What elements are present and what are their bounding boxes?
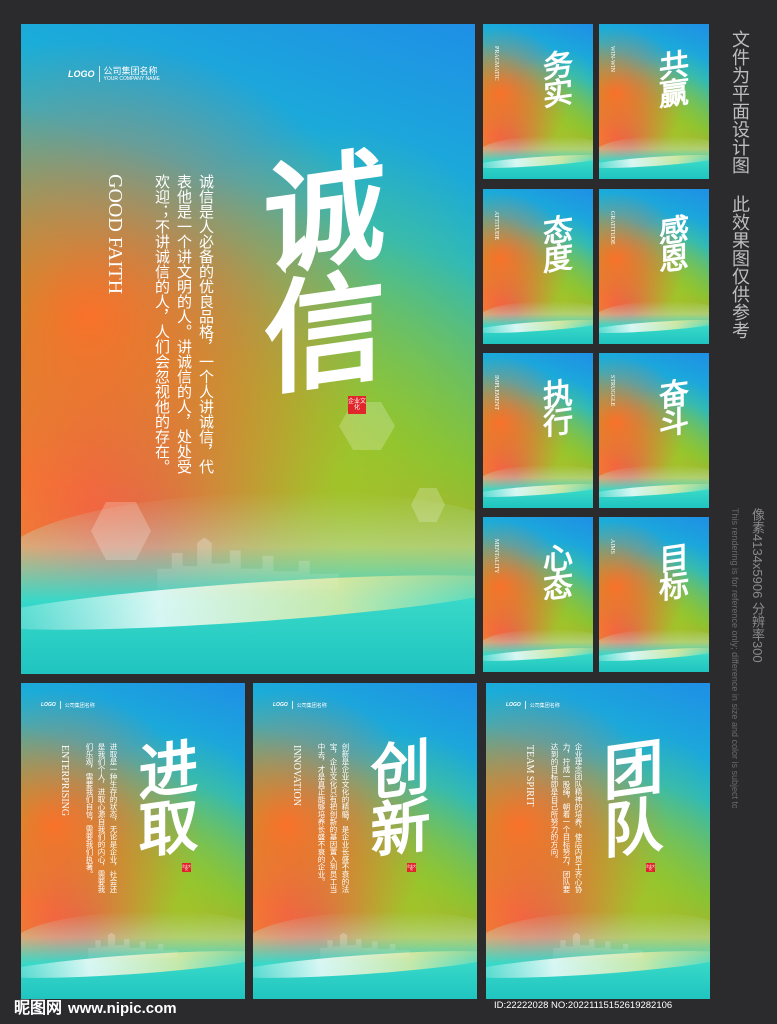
poster-title-en: TEAM SPIRIT xyxy=(524,745,535,807)
small-poster: 心态 MENTALITY xyxy=(483,517,593,672)
bottom-poster: LOGO 公司集团名称 进取 ENTERPRISING 进取是一种生存的状态，无论… xyxy=(21,683,245,999)
poster-title-en: ENTERPRISING xyxy=(59,745,70,817)
company-logo: LOGO 公司集团名称 YOUR COMPANY NAME xyxy=(68,66,160,82)
small-poster: 共赢 WIN-WIN xyxy=(599,24,709,179)
poster-title-en: AIMS xyxy=(609,539,615,555)
image-id: ID:22222028 NO:20221115152619282106 xyxy=(494,1000,673,1011)
poster-title: 目标 xyxy=(653,540,688,602)
poster-title: 共赢 xyxy=(653,47,688,109)
preview-disclaimer: 文件为平面设计图 此效果图仅供参考 xyxy=(729,30,750,339)
company-name-cn: 公司集团名称 xyxy=(103,66,158,76)
poster-title: 态度 xyxy=(537,212,572,274)
pixel-info: 像素4134x5906 分辨率300 xyxy=(750,508,765,663)
poster-body: 企业理念团队精神的培养，使店内员工齐心协力，拧成一股绳，朝着一个目标努力，团队要… xyxy=(550,743,583,893)
poster-title: 务实 xyxy=(537,47,572,109)
poster-title: 诚信 xyxy=(243,140,385,400)
corporate-culture-seal: 企业文化 xyxy=(182,863,192,872)
poster-title: 执行 xyxy=(537,376,572,438)
small-poster: 态度 ATTITUDE xyxy=(483,189,593,344)
poster-title: 进取 xyxy=(128,734,198,860)
company-logo: LOGO 公司集团名称 xyxy=(41,701,95,709)
poster-title-en: ATTITUDE xyxy=(493,211,499,240)
poster-title-en: STRUGGLE xyxy=(609,375,615,407)
small-poster: 感恩 GRATITUDE xyxy=(599,189,709,344)
poster-title: 创新 xyxy=(360,734,430,860)
poster-body: 诚信是人必备的优良品格，一个人讲诚信，代表他是一个讲文明的人。讲诚信的人，处处受… xyxy=(153,174,215,474)
preview-disclaimer-en: This rendering is for reference only; di… xyxy=(730,508,740,808)
bottom-poster: LOGO 公司集团名称 团队 TEAM SPIRIT 企业理念团队精神的培养，使店… xyxy=(486,683,710,999)
company-logo: LOGO 公司集团名称 xyxy=(506,701,560,709)
company-name-en: YOUR COMPANY NAME xyxy=(103,76,161,82)
company-logo: LOGO 公司集团名称 xyxy=(273,701,327,709)
small-poster: 务实 PRAGMATIC xyxy=(483,24,593,179)
site-watermark: 昵图网 www.nipic.com xyxy=(14,994,177,1018)
poster-body: 创新是企业文化的精髓，是企业长盛不衰的法宝，企业文化只有把创新的基因置入到员工当… xyxy=(317,743,350,893)
corporate-culture-seal: 企业文化 xyxy=(646,863,656,872)
poster-title-en: GRATITUDE xyxy=(609,211,615,245)
poster-body: 进取是一种生存的状态，无论是企业，社会还是我们个人，进取心源自我们的内心，需要我… xyxy=(85,743,118,893)
poster-title-en: GOOD FAITH xyxy=(104,174,126,295)
corporate-culture-seal: 企业文化 xyxy=(348,396,366,414)
logo-mark: LOGO xyxy=(68,69,95,79)
small-poster: 目标 AIMS xyxy=(599,517,709,672)
small-poster: 执行 IMPLEMENT xyxy=(483,353,593,508)
main-poster-good-faith: LOGO 公司集团名称 YOUR COMPANY NAME 诚信 GOOD FA… xyxy=(21,24,475,674)
poster-title: 奋斗 xyxy=(653,376,688,438)
poster-title: 团队 xyxy=(593,734,663,860)
site-logo: 昵图网 xyxy=(14,1000,63,1017)
poster-title-en: PRAGMATIC xyxy=(493,46,499,81)
poster-title: 感恩 xyxy=(653,212,688,274)
corporate-culture-seal: 企业文化 xyxy=(407,863,417,872)
site-url: www.nipic.com xyxy=(68,1000,177,1017)
poster-title-en: MENTALITY xyxy=(493,539,499,574)
poster-title: 心态 xyxy=(537,540,572,602)
poster-title-en: WIN-WIN xyxy=(609,46,615,72)
poster-title-en: INNOVATION xyxy=(291,745,302,806)
poster-title-en: IMPLEMENT xyxy=(493,375,499,410)
bottom-poster: LOGO 公司集团名称 创新 INNOVATION 创新是企业文化的精髓，是企业长… xyxy=(253,683,477,999)
small-poster: 奋斗 STRUGGLE xyxy=(599,353,709,508)
